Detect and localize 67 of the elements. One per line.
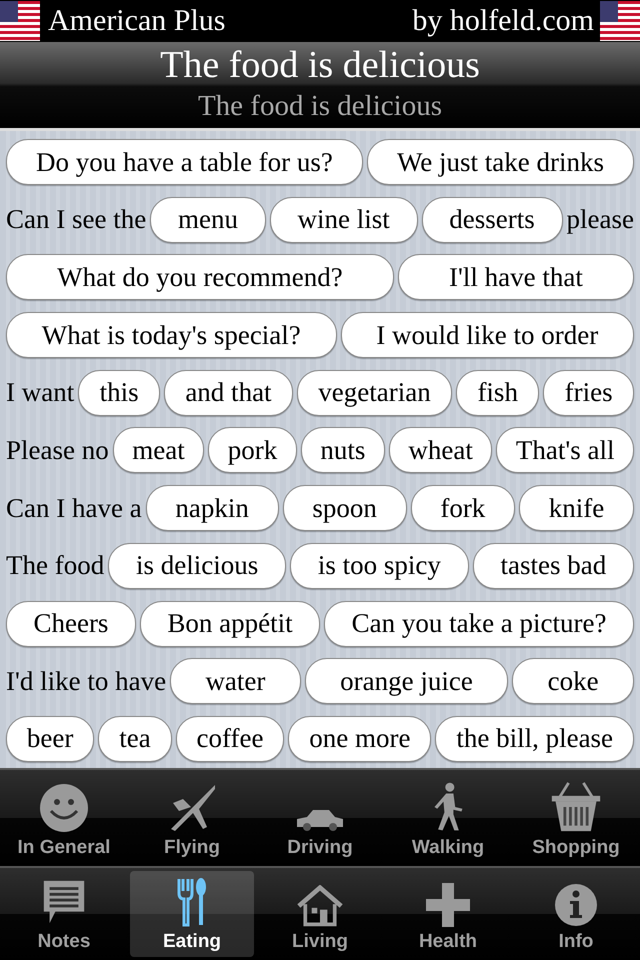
house-icon [297,885,343,927]
phrase-button[interactable]: water [170,658,301,704]
phrase-label: I want [6,377,74,408]
phrase-button[interactable]: Cheers [6,600,136,646]
flag-icon [600,1,640,41]
phrase-button[interactable]: I would like to order [340,312,634,358]
phrase-button[interactable]: Bon appétit [140,600,320,646]
phrase-button[interactable]: is delicious [108,542,286,589]
fork-spoon-icon [177,877,207,927]
phrase-label: please [566,204,634,236]
phrase-button[interactable]: That's all [496,427,634,474]
phrase-label: Please no [6,434,109,466]
phrase-button[interactable]: fork [410,485,516,532]
car-icon [295,807,345,833]
flag-icon [0,1,40,41]
tab-button[interactable]: Living [258,871,382,957]
phrase-button[interactable]: Can you take a picture? [324,600,634,646]
credit-text: by holfeld.com [412,4,594,38]
tab-button[interactable]: Walking [386,773,510,863]
basket-icon [550,781,602,833]
tab-button[interactable]: Health [386,871,510,957]
phrase-button[interactable]: one more [288,716,432,762]
tab-button[interactable]: Info [514,871,638,957]
phrase-button[interactable]: fries [543,370,634,416]
phrase-button[interactable]: beer [6,716,94,762]
phrase-button[interactable]: is too spicy [290,542,469,589]
phrase-button[interactable]: pork [208,427,297,474]
phrase-button[interactable]: napkin [146,485,279,532]
phrase-button[interactable]: nuts [300,427,385,474]
phrase-button[interactable]: knife [519,485,634,532]
tab-button[interactable]: Driving [258,773,382,863]
phrase-button[interactable]: spoon [282,485,407,532]
info-icon [554,883,598,927]
tab-button[interactable]: In General [2,773,126,863]
phrase-button[interactable]: coke [512,658,634,704]
phrase-button[interactable]: desserts [422,196,563,243]
phrase-button[interactable]: coffee [176,716,284,762]
tab-button[interactable]: Eating [130,871,254,957]
phrase-button[interactable]: the bill, please [435,716,634,762]
phrase-button[interactable]: tea [98,716,172,762]
smiley-icon [39,783,89,833]
phrase-button[interactable]: and that [164,370,293,416]
phrase-button[interactable]: What do you recommend? [6,254,394,300]
phrase-button[interactable]: I'll have that [398,254,634,300]
tab-button[interactable]: Shopping [514,773,638,863]
phrase-button[interactable]: this [78,370,160,416]
phrase-button[interactable]: vegetarian [296,370,452,416]
phrase-label: Can I have a [6,492,142,524]
app-name: American Plus [48,4,226,38]
phrase-button[interactable]: Do you have a table for us? [6,139,363,185]
phrase-button[interactable]: wine list [270,196,418,243]
phrase-button[interactable]: orange juice [304,658,508,704]
phrase-translation: The food is delicious [198,89,442,124]
phrase-button[interactable]: meat [112,427,204,474]
phrase-button[interactable]: What is today's special? [6,312,337,358]
phrase-label: The food [6,550,104,582]
tab-button[interactable]: Flying [130,773,254,863]
phrase-label: I'd like to have [6,666,166,697]
phrase-button[interactable]: We just take drinks [366,139,634,185]
phrase-button[interactable]: wheat [388,427,492,474]
phrase-button[interactable]: fish [456,370,540,416]
tab-button[interactable]: Notes [2,871,126,957]
phrase-title: The food is delicious [160,43,480,88]
plus-icon [426,883,470,927]
phrase-button[interactable]: menu [150,196,266,243]
phrase-label: Can I see the [6,204,146,236]
phrase-button[interactable]: tastes bad [472,542,634,589]
